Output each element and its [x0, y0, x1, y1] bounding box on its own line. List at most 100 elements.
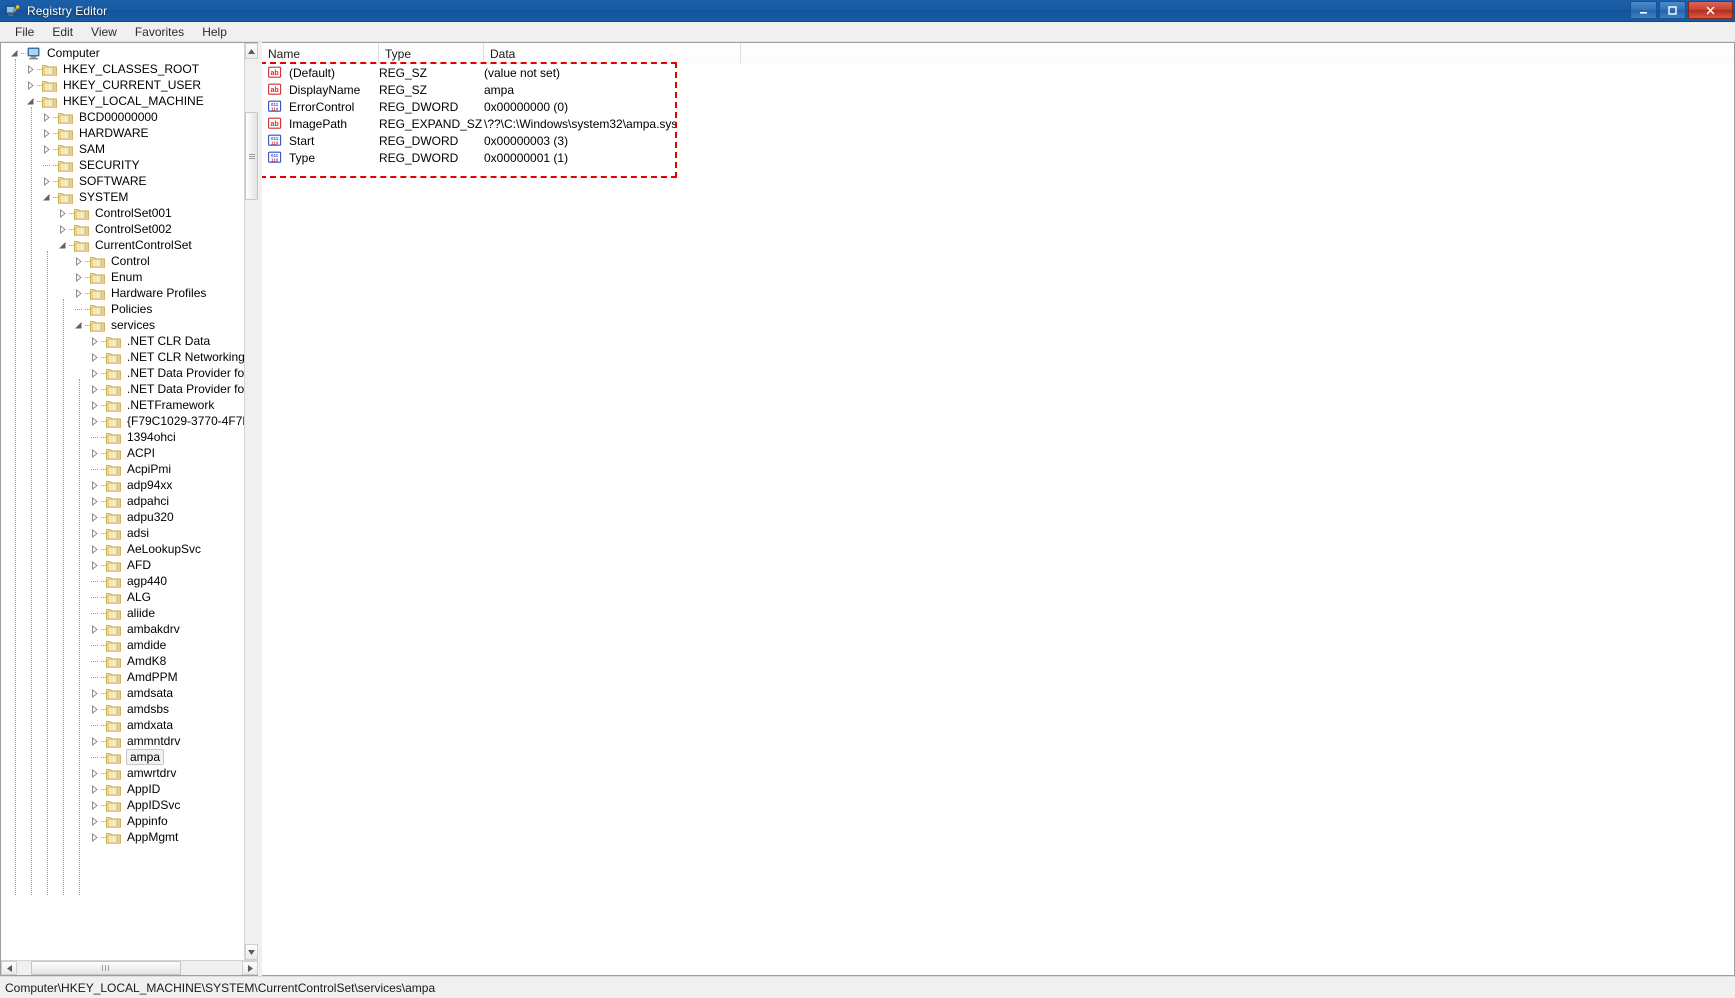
table-row[interactable]: ab ImagePath REG_EXPAND_SZ \??\C:\Windows\s… — [262, 115, 1734, 132]
tree-expand-triangle-icon[interactable] — [87, 701, 101, 717]
tree-node-appmgmt[interactable]: AppMgmt — [1, 829, 244, 845]
tree-expand-triangle-icon[interactable] — [87, 397, 101, 413]
tree-node-acpi[interactable]: ACPI — [1, 445, 244, 461]
tree-node-software[interactable]: SOFTWARE — [1, 173, 244, 189]
tree-collapse-triangle-icon[interactable] — [39, 189, 53, 205]
tree-collapse-triangle-icon[interactable] — [55, 237, 69, 253]
menu-file[interactable]: File — [6, 23, 43, 41]
tree-expand-triangle-icon[interactable] — [87, 525, 101, 541]
tree-expand-triangle-icon[interactable] — [39, 173, 53, 189]
tree-expand-triangle-icon[interactable] — [87, 829, 101, 845]
tree-node-ambakdrv[interactable]: ambakdrv — [1, 621, 244, 637]
tree-node-computer[interactable]: Computer — [1, 45, 244, 61]
tree-node-services[interactable]: services — [1, 317, 244, 333]
tree-node-sam[interactable]: SAM — [1, 141, 244, 157]
tree-node-amdk8[interactable]: AmdK8 — [1, 653, 244, 669]
tree-collapse-triangle-icon[interactable] — [7, 45, 21, 61]
tree-node-hkey-local-machine[interactable]: HKEY_LOCAL_MACHINE — [1, 93, 244, 109]
tree-node-adp94xx[interactable]: adp94xx — [1, 477, 244, 493]
tree-node-currentcontrolset[interactable]: CurrentControlSet — [1, 237, 244, 253]
tree-node-f79c1029-3770-4f7d-870d[interactable]: {F79C1029-3770-4F7D-870D — [1, 413, 244, 429]
tree-node-amdide[interactable]: amdide — [1, 637, 244, 653]
tree-node-amdsata[interactable]: amdsata — [1, 685, 244, 701]
tree-node-netframework[interactable]: .NETFramework — [1, 397, 244, 413]
tree-expand-triangle-icon[interactable] — [39, 109, 53, 125]
tree-expand-triangle-icon[interactable] — [87, 493, 101, 509]
tree-node-acpipmi[interactable]: AcpiPmi — [1, 461, 244, 477]
tree-node-amwrtdrv[interactable]: amwrtdrv — [1, 765, 244, 781]
tree-expand-triangle-icon[interactable] — [87, 685, 101, 701]
tree-node-appidsvc[interactable]: AppIDSvc — [1, 797, 244, 813]
tree-node-net-clr-data[interactable]: .NET CLR Data — [1, 333, 244, 349]
tree-node-net-data-provider-for-orac[interactable]: .NET Data Provider for Orac — [1, 365, 244, 381]
tree-expand-triangle-icon[interactable] — [87, 509, 101, 525]
registry-values-list[interactable]: ab (Default) REG_SZ (value not set) ab Displa… — [262, 64, 1734, 166]
menu-edit[interactable]: Edit — [43, 23, 82, 41]
tree-node-controlset001[interactable]: ControlSet001 — [1, 205, 244, 221]
tree-node-adpahci[interactable]: adpahci — [1, 493, 244, 509]
tree-node-control[interactable]: Control — [1, 253, 244, 269]
tree-node-controlset002[interactable]: ControlSet002 — [1, 221, 244, 237]
tree-expand-triangle-icon[interactable] — [39, 125, 53, 141]
tree-node-hkey-current-user[interactable]: HKEY_CURRENT_USER — [1, 77, 244, 93]
tree-expand-triangle-icon[interactable] — [87, 797, 101, 813]
table-row[interactable]: 011 110 ErrorControl REG_DWORD 0x00000000 (0… — [262, 98, 1734, 115]
tree-vertical-scrollbar[interactable] — [244, 43, 258, 960]
table-row[interactable]: ab DisplayName REG_SZ ampa — [262, 81, 1734, 98]
tree-horizontal-scrollbar[interactable] — [1, 960, 258, 975]
tree-expand-triangle-icon[interactable] — [87, 365, 101, 381]
menu-help[interactable]: Help — [193, 23, 236, 41]
tree-node-amdsbs[interactable]: amdsbs — [1, 701, 244, 717]
tree-expand-triangle-icon[interactable] — [87, 349, 101, 365]
tree-expand-triangle-icon[interactable] — [87, 381, 101, 397]
column-header-name[interactable]: Name — [262, 43, 379, 64]
tree-node-aliide[interactable]: aliide — [1, 605, 244, 621]
table-row[interactable]: 011 110 Type REG_DWORD 0x00000001 (1) — [262, 149, 1734, 166]
tree-expand-triangle-icon[interactable] — [87, 813, 101, 829]
tree-scroll-thumb[interactable] — [245, 112, 258, 201]
tree-expand-triangle-icon[interactable] — [87, 765, 101, 781]
tree-expand-triangle-icon[interactable] — [87, 557, 101, 573]
tree-node-alg[interactable]: ALG — [1, 589, 244, 605]
tree-node-appinfo[interactable]: Appinfo — [1, 813, 244, 829]
tree-node-1394ohci[interactable]: 1394ohci — [1, 429, 244, 445]
tree-expand-triangle-icon[interactable] — [87, 413, 101, 429]
tree-node-adsi[interactable]: adsi — [1, 525, 244, 541]
scroll-up-button[interactable] — [245, 43, 258, 59]
tree-node-policies[interactable]: Policies — [1, 301, 244, 317]
tree-node-hkey-classes-root[interactable]: HKEY_CLASSES_ROOT — [1, 61, 244, 77]
tree-node-security[interactable]: SECURITY — [1, 157, 244, 173]
minimize-button[interactable] — [1630, 1, 1657, 19]
table-row[interactable]: 011 110 Start REG_DWORD 0x00000003 (3) — [262, 132, 1734, 149]
tree-hscroll-thumb[interactable] — [30, 961, 181, 975]
tree-collapse-triangle-icon[interactable] — [71, 317, 85, 333]
tree-expand-triangle-icon[interactable] — [87, 733, 101, 749]
tree-node-enum[interactable]: Enum — [1, 269, 244, 285]
tree-node-agp440[interactable]: agp440 — [1, 573, 244, 589]
tree-node-amdxata[interactable]: amdxata — [1, 717, 244, 733]
tree-node-adpu320[interactable]: adpu320 — [1, 509, 244, 525]
tree-expand-triangle-icon[interactable] — [71, 269, 85, 285]
scroll-down-button[interactable] — [245, 944, 258, 960]
tree-expand-triangle-icon[interactable] — [87, 621, 101, 637]
tree-node-afd[interactable]: AFD — [1, 557, 244, 573]
column-header-data[interactable]: Data — [484, 43, 741, 64]
maximize-button[interactable] — [1659, 1, 1686, 19]
tree-expand-triangle-icon[interactable] — [87, 477, 101, 493]
tree-expand-triangle-icon[interactable] — [71, 253, 85, 269]
scroll-right-button[interactable] — [242, 961, 258, 975]
tree-expand-triangle-icon[interactable] — [39, 141, 53, 157]
tree-expand-triangle-icon[interactable] — [87, 781, 101, 797]
tree-node-bcd00000000[interactable]: BCD00000000 — [1, 109, 244, 125]
tree-node-net-data-provider-for-sqls[interactable]: .NET Data Provider for SqlS — [1, 381, 244, 397]
registry-tree[interactable]: Computer HKEY_CLASSES_ROOT HKEY_CURRENT_US… — [1, 43, 244, 960]
tree-scroll-track[interactable] — [245, 59, 258, 944]
tree-node-ampa[interactable]: ampa — [1, 749, 244, 765]
table-row[interactable]: ab (Default) REG_SZ (value not set) — [262, 64, 1734, 81]
tree-expand-triangle-icon[interactable] — [23, 77, 37, 93]
tree-node-hardware[interactable]: HARDWARE — [1, 125, 244, 141]
tree-expand-triangle-icon[interactable] — [55, 205, 69, 221]
tree-node-system[interactable]: SYSTEM — [1, 189, 244, 205]
tree-expand-triangle-icon[interactable] — [87, 333, 101, 349]
tree-expand-triangle-icon[interactable] — [71, 285, 85, 301]
